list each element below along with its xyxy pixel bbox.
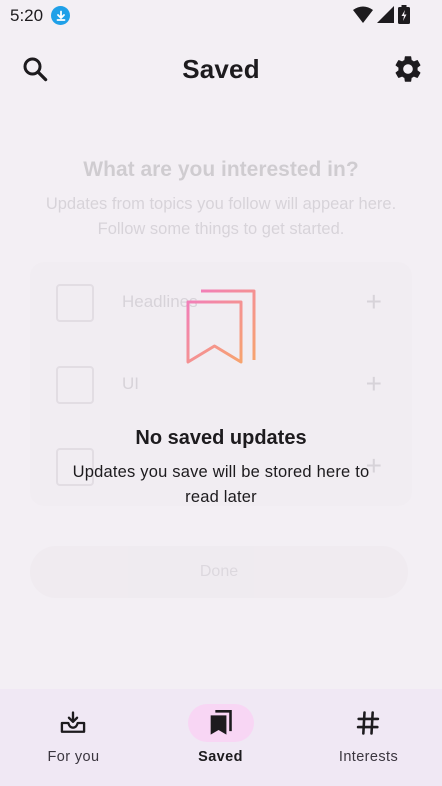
onboarding-subtitle: Updates from topics you follow will appe… <box>45 195 397 238</box>
nav-item-saved[interactable]: Saved <box>147 689 294 786</box>
plus-icon: + <box>365 286 382 317</box>
onboarding-heading: What are you interested in? <box>83 158 359 181</box>
wifi-icon <box>353 6 373 23</box>
status-time: 5:20 <box>10 6 44 25</box>
page-title: Saved <box>182 54 260 84</box>
hashtag-icon <box>356 711 380 735</box>
done-button: Done <box>30 546 408 598</box>
nav-item-for-you[interactable]: For you <box>0 689 147 786</box>
background-onboarding: What are you interested in? Updates from… <box>0 0 442 786</box>
plus-icon: + <box>365 368 382 399</box>
bottom-navigation: For you Saved Interests <box>0 689 442 786</box>
topic-label: UI <box>122 374 139 393</box>
status-icons <box>353 5 410 24</box>
nav-label: Interests <box>338 749 399 765</box>
nav-label: For you <box>47 749 100 765</box>
inbox-icon <box>60 711 86 733</box>
battery-charging-icon <box>398 5 410 24</box>
topic-thumbnail <box>56 366 94 404</box>
cell-signal-icon <box>377 6 394 23</box>
bookmarks-icon <box>210 710 232 735</box>
bookmarks-icon <box>186 289 256 364</box>
settings-button[interactable] <box>392 53 424 85</box>
empty-state-title: No saved updates <box>135 427 307 449</box>
topic-thumbnail <box>56 284 94 322</box>
gear-icon <box>395 56 421 82</box>
status-bar: 5:20 <box>0 0 442 30</box>
download-icon <box>51 6 70 25</box>
nav-label: Saved <box>198 749 243 765</box>
top-app-bar: Saved <box>0 40 442 98</box>
empty-state-description: Updates you save will be stored here to … <box>72 463 370 506</box>
nav-item-interests[interactable]: Interests <box>295 689 442 786</box>
